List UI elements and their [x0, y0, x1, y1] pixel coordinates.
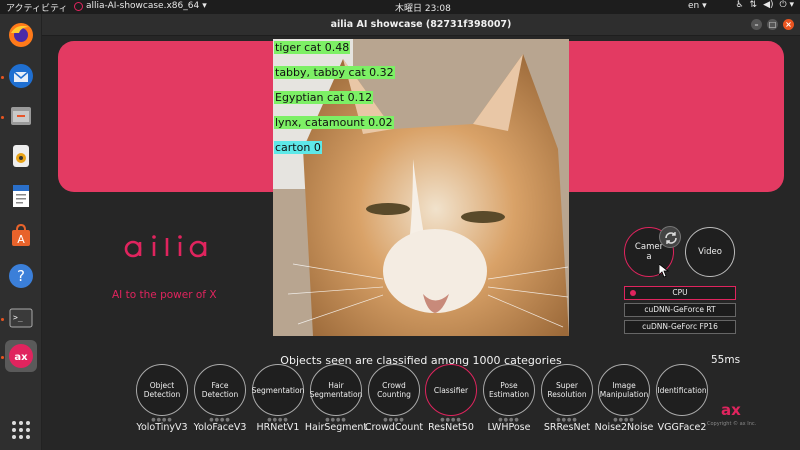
model-category-label: Hair Segmentation [309, 381, 363, 399]
model-category-label: Image Manipulation [599, 381, 649, 399]
model-category-label: Identification [657, 385, 707, 395]
app-menu[interactable]: allia-AI-showcase.x86_64 ▾ [74, 1, 207, 11]
language-label: en [688, 1, 700, 11]
running-indicator [1, 76, 4, 79]
window-controls: – □ × [751, 19, 794, 30]
app-content: AI to the power of X tiger cat 0.48 tabb… [42, 36, 800, 450]
model-description: Objects seen are classified among 1000 c… [280, 354, 562, 367]
tagline: AI to the power of X [112, 289, 217, 301]
minimize-button[interactable]: – [751, 19, 762, 30]
model-button-image-manipulation[interactable]: Image Manipulation [598, 364, 650, 416]
device-option-cudnn-rt[interactable]: cuDNN-GeForce RT [624, 303, 736, 317]
volume-icon: ◀) [763, 0, 774, 10]
device-label: cuDNN-GeForce RT [644, 305, 716, 314]
thunderbird-icon[interactable] [5, 60, 37, 92]
accessibility-icon: ♿ [735, 0, 744, 10]
switch-camera-icon[interactable] [659, 226, 681, 248]
app-menu-label: allia-AI-showcase.x86_64 [86, 1, 200, 11]
device-label: CPU [672, 288, 688, 297]
terminal-icon[interactable]: >_ [5, 302, 37, 334]
model-category-label: Object Detection [143, 381, 181, 399]
svg-text:>_: >_ [13, 313, 23, 322]
model-category-label: Pose Estimation [489, 381, 529, 399]
running-indicator [1, 356, 4, 359]
files-icon[interactable] [5, 100, 37, 132]
apps-grid-icon[interactable] [5, 414, 37, 446]
inference-time: 55ms [711, 354, 741, 366]
running-indicator [1, 116, 4, 119]
clock[interactable]: 木曜日 23:08 [395, 1, 451, 14]
copyright-text: Copyright © ax Inc. [707, 421, 757, 427]
firefox-icon[interactable] [5, 19, 37, 51]
model-button-segmentation[interactable]: Segmentation [252, 364, 304, 416]
network-icon: ⇅ [749, 0, 758, 10]
selected-radio-icon [630, 290, 636, 296]
chevron-down-icon: ▾ [202, 1, 207, 11]
mouse-cursor-icon [659, 264, 669, 278]
model-button-pose-estimation[interactable]: Pose Estimation [483, 364, 535, 416]
model-category-label: Super Resolution [547, 381, 587, 399]
running-indicator [1, 318, 4, 321]
model-category-label: Classifier [433, 385, 469, 395]
system-tray[interactable]: ♿ ⇅ ◀) ⏻ ▾ [735, 0, 794, 10]
desktop: アクティビティ allia-AI-showcase.x86_64 ▾ 木曜日 2… [0, 0, 800, 450]
maximize-button[interactable]: □ [767, 19, 778, 30]
model-category-label: Face Detection [201, 381, 239, 399]
svg-text:ax: ax [14, 352, 28, 363]
detection-label: Egyptian cat 0.12 [274, 91, 374, 104]
detection-label: tabby, tabby cat 0.32 [274, 66, 395, 79]
ax-logo: ax [721, 401, 741, 419]
app-window: ailia AI showcase (82731f398007) – □ × A… [42, 14, 800, 450]
device-option-cpu[interactable]: CPU [624, 286, 736, 300]
svg-text:A: A [17, 233, 25, 246]
rhythmbox-icon[interactable] [5, 140, 37, 172]
model-button-hair-segmentation[interactable]: Hair Segmentation [310, 364, 362, 416]
dock: A ? >_ ax [0, 14, 42, 450]
activities-button[interactable]: アクティビティ [6, 1, 67, 14]
video-button-label: Video [698, 247, 722, 257]
power-icon: ⏻ ▾ [779, 0, 795, 10]
ailia-logo [124, 235, 207, 258]
model-button-identification[interactable]: Identification [656, 364, 708, 416]
device-label: cuDNN-GeForc FP16 [642, 322, 718, 331]
input-language-indicator[interactable]: en ▾ [688, 1, 707, 11]
model-button-super-resolution[interactable]: Super Resolution [541, 364, 593, 416]
model-button-object-detection[interactable]: Object Detection [136, 364, 188, 416]
model-category-label: Segmentation [251, 385, 305, 395]
camera-button-label: Camer a [634, 242, 664, 262]
model-button-crowd-counting[interactable]: Crowd Counting [368, 364, 420, 416]
ailia-app-icon [74, 1, 83, 11]
libreoffice-writer-icon[interactable] [5, 180, 37, 212]
window-title: ailia AI showcase (82731f398007) [330, 19, 512, 30]
camera-view: tiger cat 0.48 tabby, tabby cat 0.32 Egy… [273, 39, 569, 336]
device-option-cudnn-fp16[interactable]: cuDNN-GeForc FP16 [624, 320, 736, 334]
ailia-icon[interactable]: ax [5, 340, 37, 372]
video-button[interactable]: Video [685, 227, 735, 277]
model-category-label: Crowd Counting [377, 381, 411, 399]
cat-photo [273, 39, 569, 336]
help-icon[interactable]: ? [5, 260, 37, 292]
model-button-classifier[interactable]: Classifier [425, 364, 477, 416]
window-titlebar[interactable]: ailia AI showcase (82731f398007) – □ × [42, 14, 800, 36]
top-bar: アクティビティ allia-AI-showcase.x86_64 ▾ 木曜日 2… [0, 0, 800, 14]
close-button[interactable]: × [783, 19, 794, 30]
detection-label: tiger cat 0.48 [274, 41, 351, 54]
svg-text:?: ? [17, 267, 25, 285]
detection-label: carton 0 [274, 141, 322, 154]
model-button-face-detection[interactable]: Face Detection [194, 364, 246, 416]
detection-label: lynx, catamount 0.02 [274, 116, 394, 129]
software-center-icon[interactable]: A [5, 220, 37, 252]
